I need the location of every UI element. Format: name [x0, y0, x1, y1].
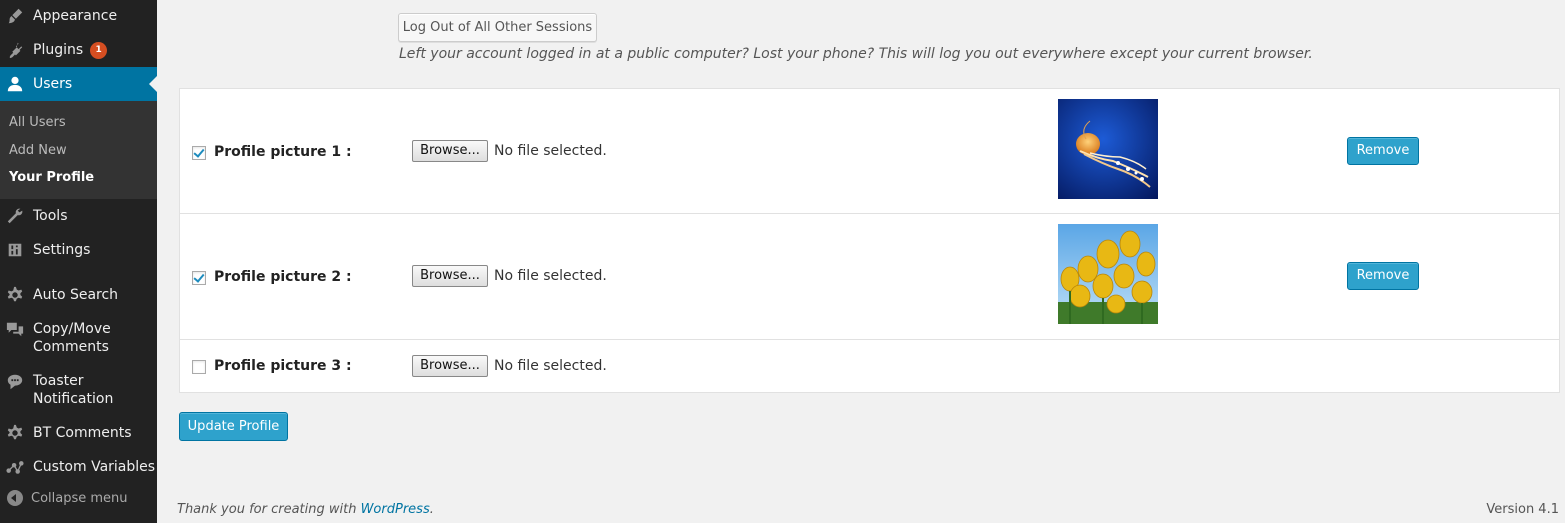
update-profile-button[interactable]: Update Profile — [179, 412, 288, 441]
profile-picture-2-browse-button[interactable]: Browse... — [412, 265, 488, 287]
menu-item-bt-comments[interactable]: BT Comments — [0, 421, 157, 445]
menu-label-line: Copy/Move — [33, 321, 111, 337]
comments-icon — [5, 320, 25, 340]
footer-version: Version 4.1 — [1486, 502, 1559, 517]
collapse-arrow-icon — [7, 490, 23, 506]
menu-label: Custom Variables — [33, 459, 156, 475]
speech-bubble-icon — [5, 372, 25, 392]
profile-picture-1-browse-button[interactable]: Browse... — [412, 140, 488, 162]
paintbrush-icon — [5, 6, 25, 26]
profile-picture-3-file-status: No file selected. — [494, 358, 607, 374]
menu-item-custom-variables[interactable]: Custom Variables — [0, 455, 157, 479]
submenu-all-users[interactable]: All Users — [9, 115, 66, 130]
menu-item-appearance[interactable]: Appearance — [0, 4, 157, 28]
menu-label-line: Toaster — [33, 373, 84, 389]
menu-label-line: Notification — [33, 391, 114, 407]
menu-label-line: Comments — [33, 339, 109, 355]
jellyfish-image — [1058, 99, 1158, 199]
footer-thanks-suffix: . — [429, 502, 434, 517]
profile-picture-row-3: Profile picture 3 : Browse... No file se… — [180, 340, 1559, 392]
settings-sliders-icon — [5, 240, 25, 260]
profile-picture-1-label: Profile picture 1 : — [214, 144, 352, 160]
wrench-icon — [5, 206, 25, 226]
update-count-badge: 1 — [90, 41, 108, 59]
submenu-your-profile[interactable]: Your Profile — [9, 170, 94, 185]
profile-picture-row-2: Profile picture 2 : Browse... No file se… — [180, 214, 1559, 340]
profile-picture-2-file-status: No file selected. — [494, 268, 607, 284]
gear-icon — [5, 285, 25, 305]
sessions-description: Left your account logged in at a public … — [399, 46, 1313, 62]
profile-pictures-table: Profile picture 1 : Browse... No file se… — [179, 88, 1560, 393]
network-icon — [5, 457, 25, 477]
menu-label: BT Comments — [33, 425, 132, 441]
submenu-add-new[interactable]: Add New — [9, 143, 67, 158]
profile-picture-3-checkbox[interactable] — [192, 360, 206, 374]
tulips-image — [1058, 224, 1158, 324]
collapse-menu-button[interactable]: Collapse menu — [0, 490, 157, 506]
plugin-icon — [5, 40, 25, 60]
profile-picture-1-file-status: No file selected. — [494, 143, 607, 159]
footer-thanks-prefix: Thank you for creating with — [177, 502, 361, 517]
menu-item-toaster-notification[interactable]: Toaster Notification — [0, 372, 157, 410]
gear-icon — [5, 423, 25, 443]
menu-label: Auto Search — [33, 287, 119, 303]
profile-picture-1-checkbox[interactable] — [192, 146, 206, 160]
profile-picture-2-label: Profile picture 2 : — [214, 269, 352, 285]
profile-picture-1-remove-button[interactable]: Remove — [1347, 137, 1419, 165]
footer-thanks: Thank you for creating with WordPress. — [177, 502, 434, 517]
menu-item-auto-search[interactable]: Auto Search — [0, 283, 157, 307]
menu-item-tools[interactable]: Tools — [0, 204, 157, 228]
users-submenu: All Users Add New Your Profile — [0, 101, 157, 199]
admin-sidebar: Appearance Plugins 1 Users All Users Add… — [0, 0, 157, 523]
wordpress-link[interactable]: WordPress — [361, 502, 430, 517]
menu-item-settings[interactable]: Settings — [0, 238, 157, 262]
log-out-other-sessions-button[interactable]: Log Out of All Other Sessions — [398, 13, 597, 42]
menu-item-copy-move-comments[interactable]: Copy/Move Comments — [0, 320, 157, 358]
menu-item-plugins[interactable]: Plugins 1 — [0, 38, 157, 62]
profile-picture-3-browse-button[interactable]: Browse... — [412, 355, 488, 377]
menu-item-users[interactable]: Users — [0, 67, 157, 101]
menu-label-wrap: Toaster Notification — [33, 372, 113, 408]
collapse-label: Collapse menu — [31, 490, 128, 506]
user-icon — [5, 74, 25, 94]
profile-picture-3-label: Profile picture 3 : — [214, 358, 352, 374]
menu-label: Tools — [33, 208, 68, 224]
profile-picture-2-checkbox[interactable] — [192, 271, 206, 285]
profile-picture-2-remove-button[interactable]: Remove — [1347, 262, 1419, 290]
menu-label: Appearance — [33, 8, 118, 24]
profile-picture-row-1: Profile picture 1 : Browse... No file se… — [180, 89, 1559, 214]
menu-label-wrap: Copy/Move Comments — [33, 320, 111, 356]
menu-label: Plugins — [33, 42, 84, 58]
menu-label: Users — [33, 76, 73, 92]
menu-label: Settings — [33, 242, 91, 258]
